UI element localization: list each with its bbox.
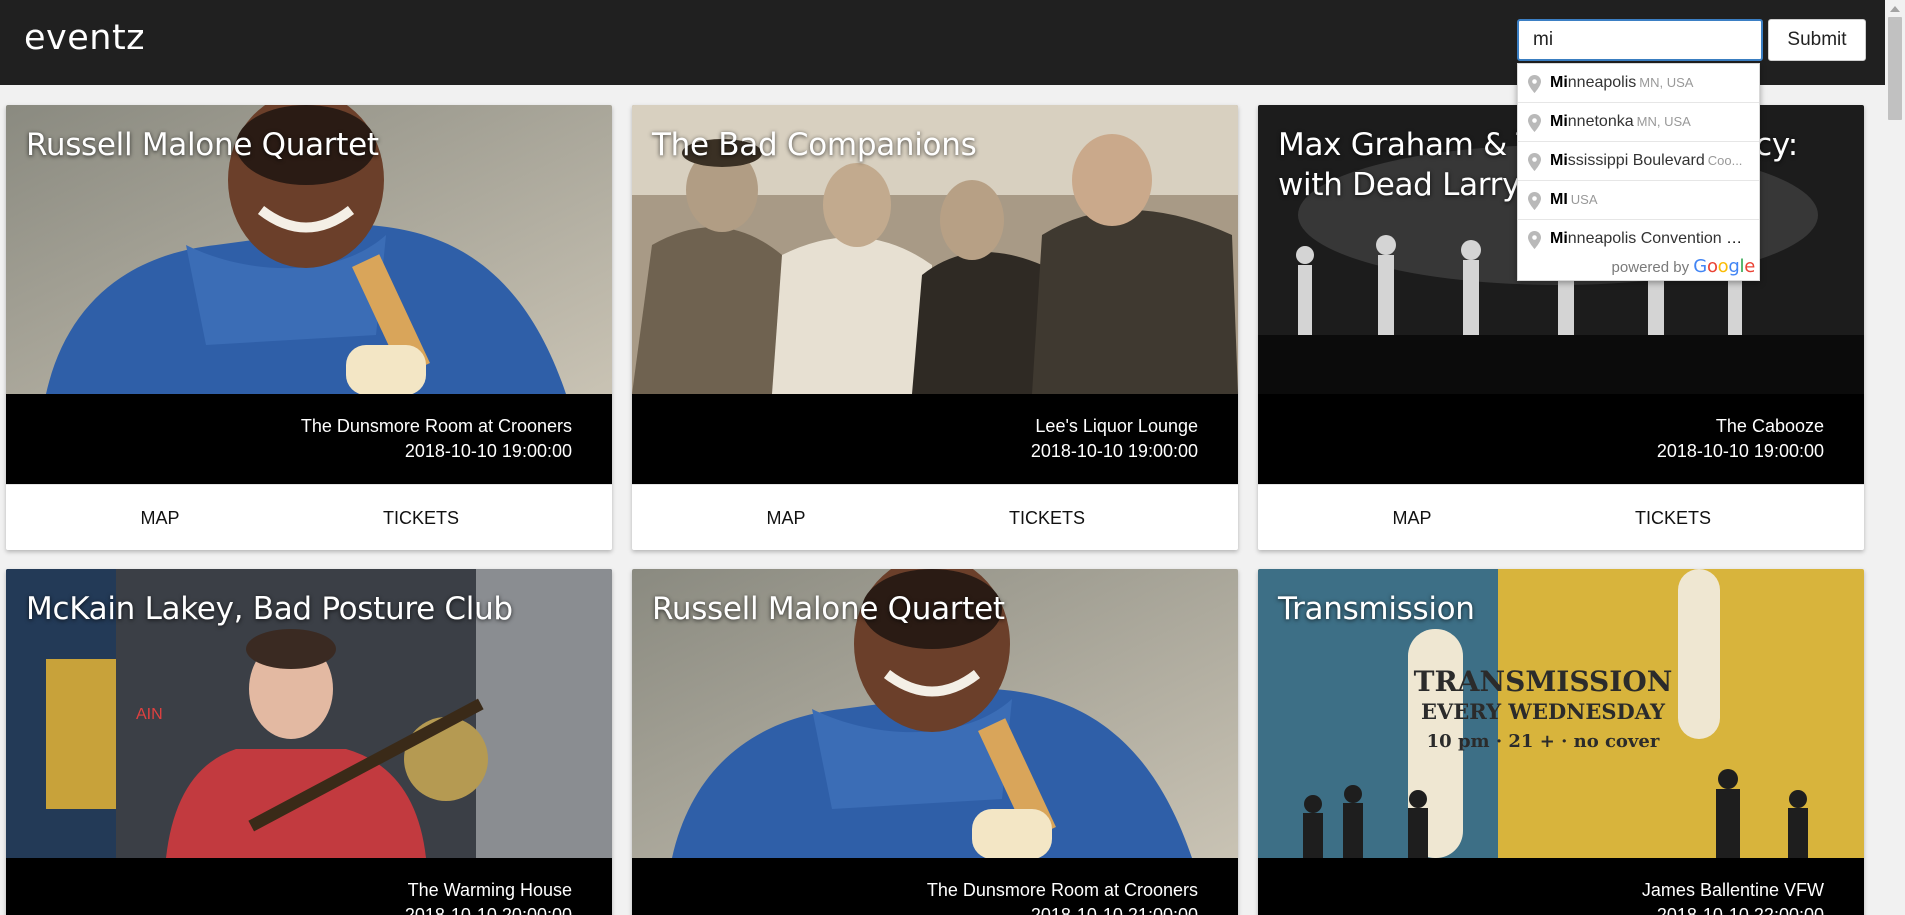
location-pin-icon — [1528, 114, 1541, 132]
event-title: McKain Lakey, Bad Posture Club — [26, 591, 513, 627]
event-info: The Cabooze 2018-10-10 19:00:00 — [1258, 394, 1864, 484]
event-datetime: 2018-10-10 22:00:00 — [1656, 905, 1824, 915]
event-datetime: 2018-10-10 19:00:00 — [1030, 441, 1198, 461]
event-venue: The Dunsmore Room at Crooners — [300, 416, 572, 436]
tickets-button[interactable]: TICKETS — [346, 485, 496, 550]
autocomplete-secondary-text: MN, USA — [1636, 114, 1691, 129]
autocomplete-main-text: MI — [1550, 191, 1568, 208]
event-venue: The Cabooze — [1715, 416, 1824, 436]
tickets-button[interactable]: TICKETS — [972, 485, 1122, 550]
autocomplete-secondary-text: USA — [1570, 192, 1598, 207]
tickets-button[interactable]: TICKETS — [1598, 485, 1748, 550]
event-venue: James Ballentine VFW — [1641, 880, 1824, 900]
event-info: The Dunsmore Room at Crooners 2018-10-10… — [6, 394, 612, 484]
google-letter: e — [1744, 256, 1755, 277]
location-pin-icon — [1528, 153, 1541, 171]
autocomplete-item[interactable]: Mississippi Boulevard Coo... — [1518, 142, 1759, 181]
event-title: Transmission — [1278, 591, 1475, 627]
location-pin-icon — [1528, 75, 1541, 93]
event-venue: Lee's Liquor Lounge — [1035, 416, 1198, 436]
event-card: The Bad Companions Lee's Liquor Lounge 2… — [632, 105, 1238, 550]
autocomplete-item[interactable]: Minneapolis MN, USA — [1518, 64, 1759, 103]
event-title: Russell Malone Quartet — [652, 591, 1005, 627]
submit-button[interactable]: Submit — [1768, 19, 1866, 61]
google-letter: G — [1693, 256, 1707, 277]
event-datetime: 2018-10-10 19:00:00 — [404, 441, 572, 461]
google-letter: o — [1706, 256, 1718, 277]
event-venue: The Dunsmore Room at Crooners — [926, 880, 1198, 900]
map-button[interactable]: MAP — [1348, 485, 1476, 550]
location-pin-icon — [1528, 192, 1541, 210]
event-info: James Ballentine VFW 2018-10-10 22:00:00 — [1258, 858, 1864, 915]
map-button[interactable]: MAP — [722, 485, 850, 550]
location-pin-icon — [1528, 231, 1541, 249]
event-datetime: 2018-10-10 19:00:00 — [1656, 441, 1824, 461]
event-title: Russell Malone Quartet — [26, 127, 379, 163]
powered-by-google: powered by Google — [1611, 256, 1756, 278]
card-actions: MAP TICKETS — [632, 484, 1238, 550]
autocomplete-main-text: Minneapolis Convention C... — [1550, 230, 1752, 247]
event-title: The Bad Companions — [652, 127, 977, 163]
scrollbar-thumb[interactable] — [1888, 17, 1902, 120]
autocomplete-secondary-text: Coo... — [1707, 153, 1743, 168]
event-info: The Dunsmore Room at Crooners 2018-10-10… — [632, 858, 1238, 915]
event-title-tail: cy: — [1755, 127, 1798, 163]
event-info: The Warming House 2018-10-10 20:00:00 — [6, 858, 612, 915]
poster-line-1: TRANSMISSION — [1414, 665, 1673, 698]
image-sign-text: AIN — [136, 706, 163, 723]
autocomplete-main-text: Mississippi Boulevard — [1550, 152, 1705, 169]
brand-logo[interactable]: eventz — [24, 18, 145, 58]
event-datetime: 2018-10-10 20:00:00 — [404, 905, 572, 915]
event-card: AIN McKain Lakey, Bad Posture Club The W… — [6, 569, 612, 915]
autocomplete-item[interactable]: Minneapolis Convention C... — [1518, 220, 1759, 259]
event-info: Lee's Liquor Lounge 2018-10-10 19:00:00 — [632, 394, 1238, 484]
event-datetime: 2018-10-10 21:00:00 — [1030, 905, 1198, 915]
event-card: Russell Malone Quartet The Dunsmore Room… — [6, 105, 612, 550]
event-venue: The Warming House — [407, 880, 572, 900]
page-scrollbar[interactable] — [1885, 0, 1905, 915]
autocomplete-dropdown: Minneapolis MN, USA Minnetonka MN, USA Mis… — [1517, 63, 1760, 281]
poster-line-3: 10 pm · 21 + · no cover — [1427, 731, 1660, 752]
event-card: TRANSMISSION EVERY WEDNESDAY 10 pm · 21 … — [1258, 569, 1864, 915]
powered-by-label: powered by — [1611, 259, 1690, 276]
poster-line-2: EVERY WEDNESDAY — [1421, 699, 1666, 724]
autocomplete-main-text: Minneapolis — [1550, 74, 1637, 91]
card-actions: MAP TICKETS — [1258, 484, 1864, 550]
card-actions: MAP TICKETS — [6, 484, 612, 550]
google-letter: o — [1717, 256, 1729, 277]
event-title-line: Max Graham & T — [1278, 127, 1536, 163]
scroll-up-arrow-icon[interactable] — [1890, 6, 1900, 12]
google-logo: Google — [1693, 256, 1755, 277]
location-search-input[interactable] — [1517, 19, 1763, 61]
google-letter: g — [1728, 256, 1740, 277]
autocomplete-secondary-text: MN, USA — [1639, 75, 1694, 90]
autocomplete-main-text: Minnetonka — [1550, 113, 1634, 130]
event-title-line: with Dead Larry — [1278, 167, 1521, 203]
event-card: Russell Malone Quartet The Dunsmore Room… — [632, 569, 1238, 915]
autocomplete-item[interactable]: MI USA — [1518, 181, 1759, 220]
map-button[interactable]: MAP — [96, 485, 224, 550]
autocomplete-item[interactable]: Minnetonka MN, USA — [1518, 103, 1759, 142]
